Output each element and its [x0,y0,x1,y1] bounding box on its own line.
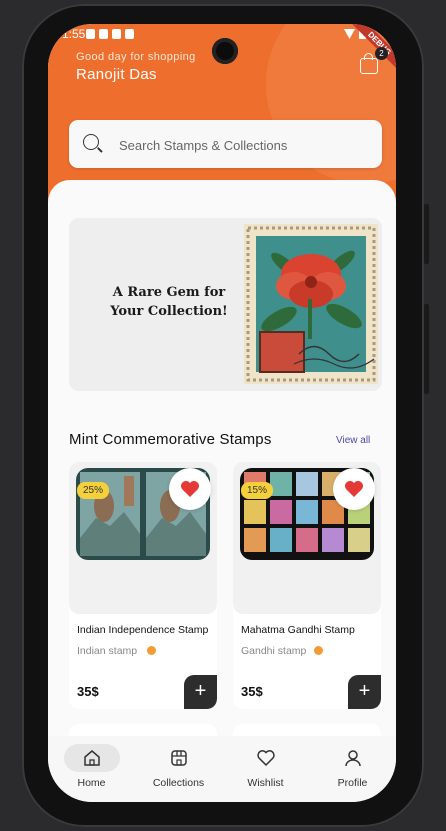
product-image-area: 25% [69,462,217,614]
add-to-cart-button[interactable]: + [184,675,217,709]
main-content: A Rare Gem for Your Collection! Mint Com… [48,180,396,740]
user-name: Ranojit Das [76,66,157,83]
product-card[interactable]: 15% Mahatma Gandhi Stamp Gandhi stamp 35… [233,462,381,709]
search-bar[interactable] [69,120,382,170]
status-notification-icons [86,29,134,39]
promo-banner[interactable]: A Rare Gem for Your Collection! [69,218,382,391]
nav-item-collections[interactable]: Collections [135,736,222,802]
heart-icon [345,481,363,497]
power-button [424,304,429,394]
status-time: 1:55 [62,27,86,41]
product-card[interactable]: 25% Indian Independence Stamp Indian sta… [69,462,217,709]
front-camera [212,38,238,64]
product-price: 35$ [77,684,99,699]
home-icon [84,750,100,766]
product-price: 35$ [241,684,263,699]
favorite-button[interactable] [333,468,375,510]
section-title: Mint Commemorative Stamps [69,431,272,448]
search-icon [83,134,99,150]
add-to-cart-button[interactable]: + [348,675,381,709]
favorite-button[interactable] [169,468,211,510]
discount-badge: 25% [77,482,110,499]
cart-count-badge: 2 [375,47,388,60]
banner-text: A Rare Gem for Your Collection! [99,283,239,321]
volume-button [424,204,429,264]
heart-icon [257,750,275,767]
product-category: Indian stamp [77,645,138,657]
verified-icon [314,646,323,655]
nav-label: Wishlist [247,777,284,789]
nav-item-profile[interactable]: Profile [309,736,396,802]
verified-icon [147,646,156,655]
search-input[interactable] [117,120,371,170]
banner-stamp-image [244,224,378,384]
app-screen: 1:55 DEBUG Good day for shopping Ranojit… [48,24,396,802]
product-name: Mahatma Gandhi Stamp [241,624,355,636]
bottom-navigation: Home Collections Wishlist Profile [48,736,396,802]
nav-label: Profile [337,777,368,789]
nav-label: Collections [152,777,205,789]
product-name: Indian Independence Stamp [77,624,209,636]
phone-frame: 1:55 DEBUG Good day for shopping Ranojit… [22,4,429,827]
view-all-link[interactable]: View all [336,435,370,446]
greeting-text: Good day for shopping [76,51,196,63]
store-icon [171,750,187,766]
banner-line-1: A Rare Gem for [112,285,226,300]
product-category: Gandhi stamp [241,645,307,657]
nav-label: Home [77,777,106,789]
nav-item-home[interactable]: Home [48,736,135,802]
nav-item-wishlist[interactable]: Wishlist [222,736,309,802]
shopping-bag-icon[interactable] [360,53,378,74]
product-image-area: 15% [233,462,381,614]
person-icon [345,750,361,767]
banner-line-2: Your Collection! [110,304,228,319]
discount-badge: 15% [241,482,274,499]
heart-icon [181,481,199,497]
